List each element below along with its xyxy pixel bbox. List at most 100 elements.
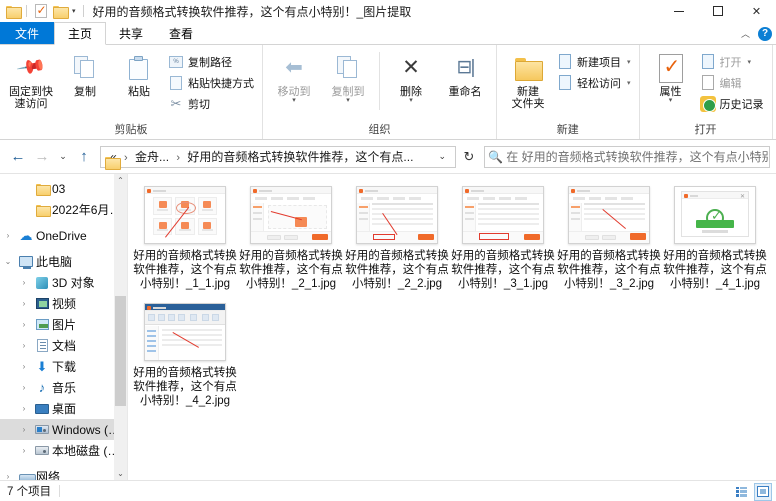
delete-caret-icon[interactable]: ▾	[409, 97, 413, 104]
large-icons-view-button[interactable]	[754, 482, 772, 501]
maximize-button[interactable]	[698, 0, 737, 22]
rename-icon: ⊟|	[456, 57, 476, 78]
file-list[interactable]: 好用的音频格式转换软件推荐，这个有点小特别！_1_1.jpg 好用的音频格式转换…	[128, 174, 776, 480]
qat-properties-icon[interactable]	[32, 3, 49, 20]
breadcrumb-item-1[interactable]: 好用的音频格式转换软件推荐，这个有点...	[187, 150, 413, 164]
expander-icon-windows-c[interactable]: ›	[16, 425, 32, 434]
new-folder-button[interactable]: 新建 文件夹	[501, 48, 555, 110]
sidebar-item-windows-c[interactable]: › Windows (C:)	[0, 419, 127, 440]
sidebar-item-onedrive[interactable]: › ☁ OneDrive	[0, 225, 127, 246]
navigation-scrollbar[interactable]: ⌃ ⌄	[114, 174, 127, 480]
file-item[interactable]: 好用的音频格式转换软件推荐，这个有点小特别！_3_2.jpg	[556, 184, 662, 291]
forward-button[interactable]: →	[30, 145, 54, 169]
sidebar-item-date-folder[interactable]: 2022年6月14日	[0, 199, 127, 220]
file-item[interactable]: ✕ 好用的音频格式转换软件推荐，这个有点小特别！_4_1.jpg	[662, 184, 768, 291]
expander-icon-network[interactable]: ›	[0, 472, 16, 480]
collapse-ribbon-icon[interactable]: ︿	[741, 27, 750, 40]
easy-access-button[interactable]: 轻松访问 ▾	[555, 72, 635, 93]
delete-button[interactable]: ✕ 删除 ▾	[384, 48, 438, 104]
sidebar-item-3d-objects[interactable]: › 3D 对象	[0, 272, 127, 293]
expander-icon-onedrive[interactable]: ›	[0, 231, 16, 240]
expander-icon-3d[interactable]: ›	[16, 278, 32, 287]
open-caret-icon[interactable]: ▾	[748, 58, 752, 66]
help-icon[interactable]: ?	[758, 26, 772, 41]
new-item-caret-icon[interactable]: ▾	[627, 58, 631, 66]
scroll-up-icon[interactable]: ⌃	[117, 174, 124, 187]
qat-folder-icon[interactable]	[4, 3, 22, 20]
close-button[interactable]: ✕	[737, 0, 776, 22]
back-button[interactable]: ←	[6, 145, 30, 169]
tab-file[interactable]: 文件	[0, 22, 55, 44]
tab-view[interactable]: 查看	[156, 22, 206, 44]
rename-button[interactable]: ⊟| 重命名	[438, 48, 492, 98]
scroll-thumb[interactable]	[115, 296, 126, 406]
file-item[interactable]: 好用的音频格式转换软件推荐，这个有点小特别！_1_1.jpg	[132, 184, 238, 291]
expander-icon-desktop[interactable]: ›	[16, 404, 32, 413]
expander-icon-this-pc[interactable]: ⌄	[0, 257, 16, 266]
clipboard-small-buttons: % 复制路径 粘贴快捷方式 ✂ 剪切	[166, 48, 258, 114]
expander-icon-documents[interactable]: ›	[16, 341, 32, 350]
address-input[interactable]: « › 金舟... › 好用的音频格式转换软件推荐，这个有点... ⌄	[100, 145, 456, 168]
expander-icon-downloads[interactable]: ›	[16, 362, 32, 371]
file-item[interactable]: 好用的音频格式转换软件推荐，这个有点小特别！_2_1.jpg	[238, 184, 344, 291]
drive-icon	[32, 446, 52, 455]
sidebar-item-local-disk-d[interactable]: › 本地磁盘 (D:)	[0, 440, 127, 461]
qat-customize-caret-icon[interactable]: ▾	[70, 7, 78, 15]
pin-to-quick-access-button[interactable]: 📌 固定到快 速访问	[4, 48, 58, 110]
cut-button[interactable]: ✂ 剪切	[166, 93, 258, 114]
copy-icon	[74, 52, 96, 84]
expander-icon-music[interactable]: ›	[16, 383, 32, 392]
edit-button[interactable]: 编辑	[698, 72, 768, 93]
file-item[interactable]: 好用的音频格式转换软件推荐，这个有点小特别！_3_1.jpg	[450, 184, 556, 291]
up-button[interactable]: ↑	[72, 145, 96, 169]
paste-shortcut-button[interactable]: 粘贴快捷方式	[166, 72, 258, 93]
qat-new-folder-icon[interactable]	[51, 3, 69, 20]
paste-button[interactable]: 粘贴	[112, 48, 166, 98]
tab-share[interactable]: 共享	[106, 22, 156, 44]
history-button[interactable]: 历史记录	[698, 93, 768, 114]
properties-button[interactable]: 属性 ▾	[644, 48, 698, 104]
sidebar-item-music[interactable]: › ♪ 音乐	[0, 377, 127, 398]
sidebar-label-network: 网络	[36, 470, 61, 480]
sidebar-label-local-disk-d: 本地磁盘 (D:)	[52, 444, 123, 458]
recent-locations-button[interactable]: ⌄	[54, 145, 72, 169]
new-item-button[interactable]: 新建项目 ▾	[555, 51, 635, 72]
search-box[interactable]: 🔍 在 好用的音频格式转换软件推荐，这个有点小特别！_...	[484, 145, 770, 168]
sidebar-item-videos[interactable]: › 视频	[0, 293, 127, 314]
expander-icon-videos[interactable]: ›	[16, 299, 32, 308]
breadcrumb-item-0[interactable]: 金舟...	[135, 150, 169, 164]
address-dropdown-caret-icon[interactable]: ⌄	[429, 151, 455, 162]
file-item[interactable]: 好用的音频格式转换软件推荐，这个有点小特别！_2_2.jpg	[344, 184, 450, 291]
this-pc-icon	[16, 256, 36, 269]
copy-button[interactable]: 复制	[58, 48, 112, 98]
copy-path-button[interactable]: % 复制路径	[166, 51, 258, 72]
cut-icon: ✂	[170, 95, 182, 111]
properties-caret-icon[interactable]: ▾	[669, 97, 673, 104]
tab-home[interactable]: 主页	[54, 22, 107, 45]
sidebar-item-documents[interactable]: › 文档	[0, 335, 127, 356]
ribbon: 📌 固定到快 速访问 复制 粘贴 % 复制路径 粘贴快捷方式 ✂ 剪切 剪贴板 …	[0, 45, 776, 140]
search-input[interactable]: 在 好用的音频格式转换软件推荐，这个有点小特别！_...	[506, 148, 769, 165]
expander-icon-local-d[interactable]: ›	[16, 446, 32, 455]
copy-to-caret-icon[interactable]: ▾	[346, 97, 350, 104]
file-item[interactable]: 好用的音频格式转换软件推荐，这个有点小特别！_4_2.jpg	[132, 301, 238, 408]
sidebar-item-this-pc[interactable]: ⌄ 此电脑	[0, 251, 127, 272]
sidebar-item-pictures[interactable]: › 图片	[0, 314, 127, 335]
expander-icon-pictures[interactable]: ›	[16, 320, 32, 329]
sidebar-item-network[interactable]: › 网络	[0, 466, 127, 480]
refresh-button[interactable]: ↻	[456, 146, 482, 168]
scroll-down-icon[interactable]: ⌄	[117, 467, 124, 480]
easy-access-caret-icon[interactable]: ▾	[627, 79, 631, 87]
copy-to-button[interactable]: 复制到 ▾	[321, 48, 375, 104]
move-to-caret-icon[interactable]: ▾	[292, 97, 296, 104]
details-view-button[interactable]	[733, 483, 751, 501]
move-to-button[interactable]: ⬅ 移动到 ▾	[267, 48, 321, 104]
breadcrumb-sep-1: ›	[176, 152, 181, 164]
open-button[interactable]: 打开 ▾	[698, 51, 768, 72]
new-item-icon	[557, 54, 573, 70]
sidebar-item-desktop[interactable]: › 桌面	[0, 398, 127, 419]
sidebar-item-03[interactable]: 03	[0, 178, 127, 199]
minimize-button[interactable]	[659, 0, 698, 22]
file-thumbnail	[250, 186, 332, 244]
sidebar-item-downloads[interactable]: › ⬇ 下载	[0, 356, 127, 377]
